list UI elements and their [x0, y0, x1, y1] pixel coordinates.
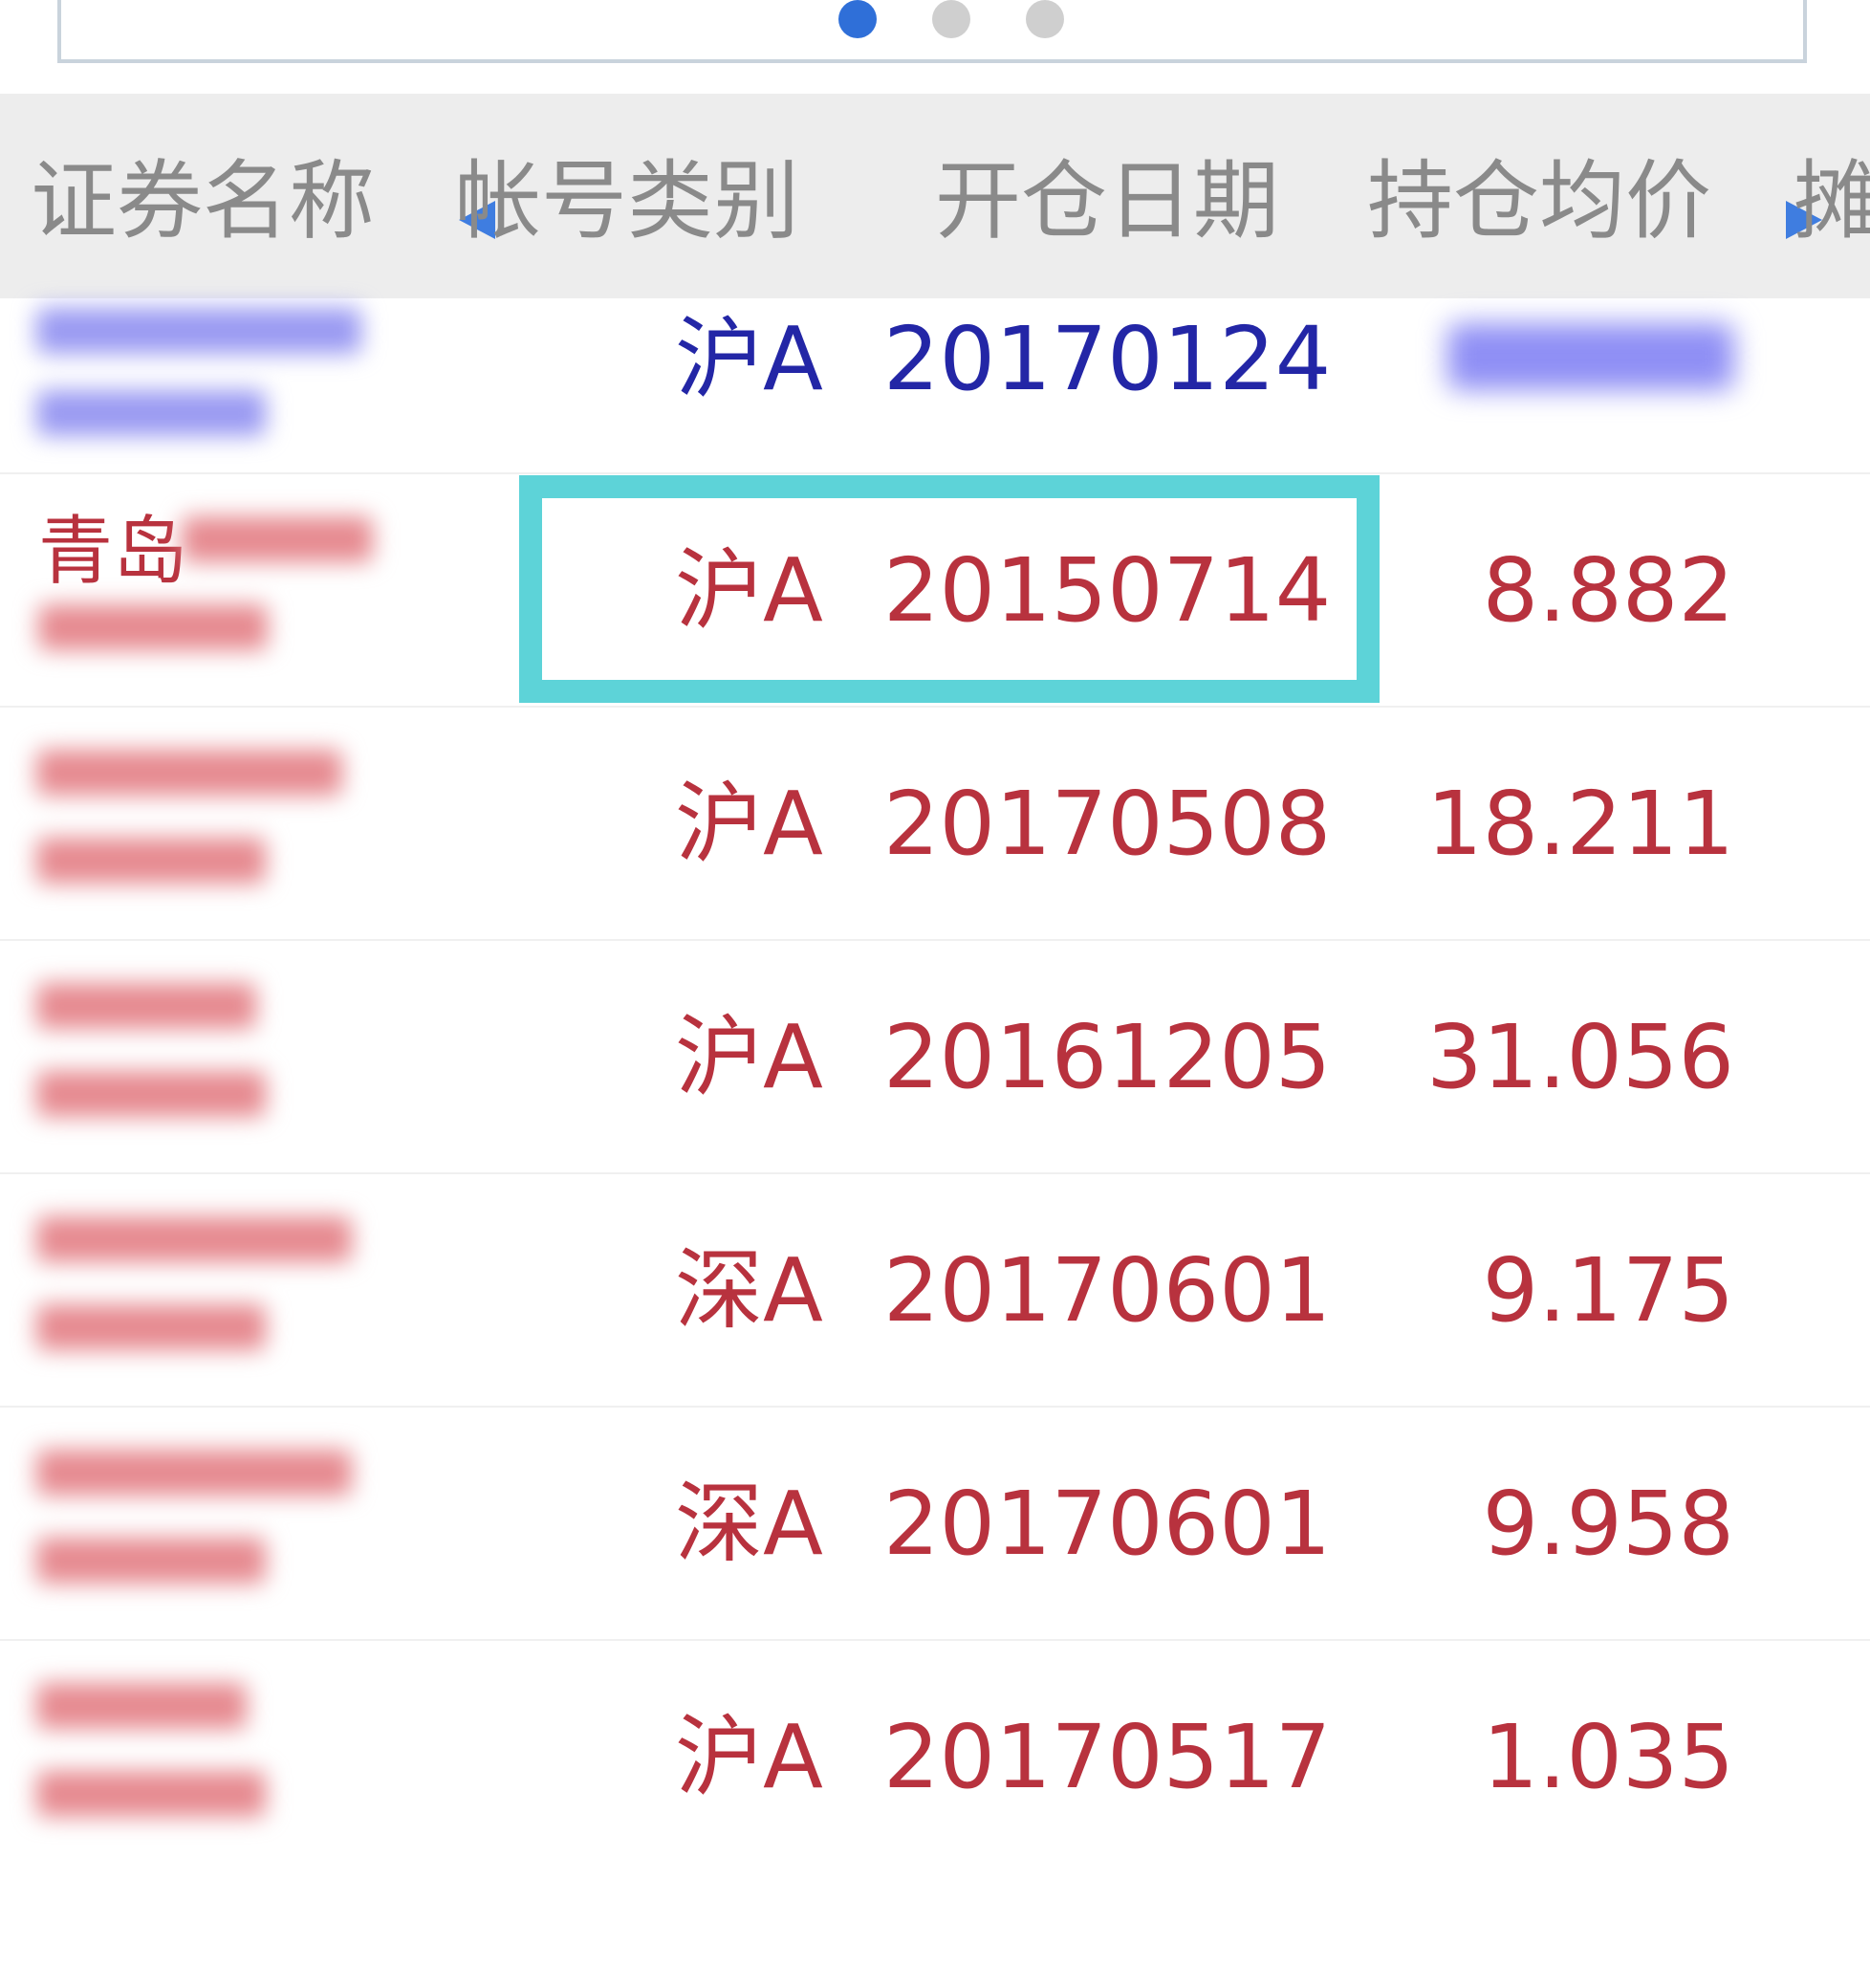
- account-type: 深A: [675, 1473, 823, 1575]
- avg-price: 8.882: [1482, 539, 1734, 642]
- blurred-security-name: [36, 746, 361, 899]
- table-row[interactable]: 沪A 20170508 18.211: [0, 708, 1870, 941]
- positions-list: 沪A 20170124 青岛 沪A 20150714 8.882 沪A 2017…: [0, 298, 1870, 1874]
- open-date: 20170601: [883, 1239, 1332, 1342]
- table-header: 证券名称 帐号类别 开仓日期 持仓均价 摊: [0, 94, 1870, 298]
- page-indicator[interactable]: [61, 0, 1803, 38]
- table-row[interactable]: 青岛 沪A 20150714 8.882: [0, 474, 1870, 708]
- table-row[interactable]: 深A 20170601 9.175: [0, 1174, 1870, 1408]
- column-header-avg-price[interactable]: 持仓均价: [1367, 159, 1711, 245]
- account-type: 沪A: [675, 308, 823, 410]
- blurred-security-name: [36, 1212, 361, 1365]
- open-date: 20161205: [883, 1006, 1332, 1108]
- column-header-open-date[interactable]: 开仓日期: [935, 159, 1279, 245]
- avg-price: 18.211: [1426, 773, 1734, 875]
- open-date: 20170508: [883, 773, 1332, 875]
- open-date: 20170124: [883, 308, 1332, 410]
- avg-price: 31.056: [1426, 1006, 1734, 1108]
- table-row[interactable]: 深A 20170601 9.958: [0, 1408, 1870, 1641]
- account-type: 深A: [675, 1239, 823, 1342]
- account-type: 沪A: [675, 773, 823, 875]
- table-row[interactable]: 沪A 20170517 1.035: [0, 1641, 1870, 1874]
- open-date: 20150714: [883, 539, 1332, 642]
- blurred-security-name: [36, 979, 361, 1132]
- page-dot-2[interactable]: [932, 0, 970, 38]
- table-row[interactable]: 沪A 20161205 31.056: [0, 941, 1870, 1174]
- account-type: 沪A: [675, 1706, 823, 1808]
- page-dot-1[interactable]: [838, 0, 877, 38]
- page-dot-3[interactable]: [1026, 0, 1064, 38]
- account-type: 沪A: [675, 1006, 823, 1108]
- column-header-security-name[interactable]: 证券名称: [31, 159, 375, 245]
- account-type: 沪A: [675, 539, 823, 642]
- blurred-avg-price: [1447, 323, 1734, 390]
- blurred-security-name: [36, 298, 361, 451]
- avg-price: 9.175: [1482, 1239, 1734, 1342]
- open-date: 20170601: [883, 1473, 1332, 1575]
- column-header-account-type[interactable]: 帐号类别: [455, 159, 799, 245]
- avg-price: 9.958: [1482, 1473, 1734, 1575]
- blurred-security-name: [38, 513, 373, 666]
- blurred-security-name: [36, 1679, 361, 1832]
- open-date: 20170517: [883, 1706, 1332, 1808]
- avg-price: 1.035: [1482, 1706, 1734, 1808]
- table-row[interactable]: 沪A 20170124: [0, 298, 1870, 474]
- carousel-card: [57, 0, 1807, 63]
- column-header-truncated[interactable]: 摊: [1794, 159, 1870, 245]
- blurred-security-name: [36, 1446, 361, 1599]
